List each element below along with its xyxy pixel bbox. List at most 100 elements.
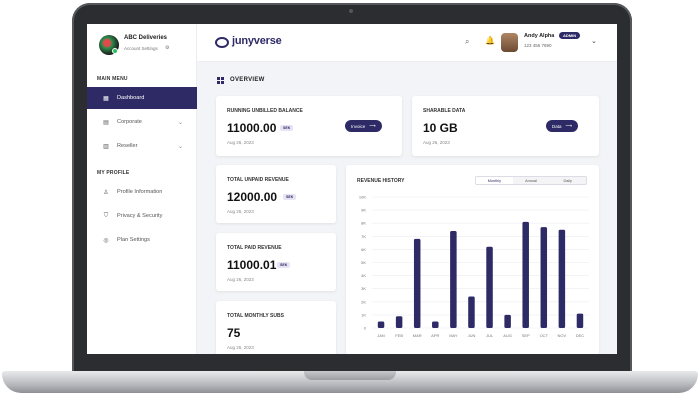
card-paid-revenue: TOTAL PAID REVENUE 11000.01 SEK Aug 26, … <box>216 233 336 291</box>
gear-icon[interactable]: ⚙ <box>165 45 169 51</box>
top-header: junyverse ⌕ 🔔 Andy Alpha ADMIN 123 456 7… <box>197 24 617 62</box>
tab-daily[interactable]: Daily <box>549 177 586 184</box>
currency-badge: SEK <box>280 125 294 131</box>
y-tick-label: 9K <box>361 208 366 213</box>
button-label: Invoice <box>351 123 366 129</box>
store-icon: ▥ <box>103 143 109 150</box>
arrow-right-icon: ⟶ <box>565 123 572 128</box>
card-value: 75 <box>227 326 241 340</box>
bar-dec[interactable] <box>576 313 584 328</box>
y-tick-label: 3K <box>361 286 366 291</box>
x-tick-label: DEC <box>576 333 585 338</box>
user-avatar[interactable] <box>501 33 518 52</box>
tab-annual[interactable]: Annual <box>513 177 550 184</box>
sidebar-item-label: Corporate <box>117 119 142 125</box>
card-date: Aug 26, 2023 <box>423 140 450 145</box>
y-tick-label: 8K <box>361 221 366 226</box>
user-name: Andy Alpha <box>524 33 555 39</box>
period-toggle: Monthly Annual Daily <box>475 176 587 185</box>
card-date: Aug 26, 2023 <box>227 209 254 214</box>
bar-jun[interactable] <box>468 296 475 328</box>
user-phone: 123 456 7890 <box>524 43 552 48</box>
card-unpaid-revenue: TOTAL UNPAID REVENUE 12000.00 SEK Aug 26… <box>216 165 336 223</box>
currency-badge: SEK <box>277 262 291 268</box>
main-menu-label: MAIN MENU <box>97 76 128 82</box>
shield-icon: ⛉ <box>103 212 109 219</box>
account-switcher[interactable]: ABC Deliveries Account Settings ⚙ <box>99 34 189 56</box>
arrow-right-icon: ⟶ <box>369 123 376 128</box>
sidebar-item-corporate[interactable]: ▤ Corporate ⌄ <box>87 111 197 133</box>
dashboard-icon: ▦ <box>103 95 109 102</box>
bar-jul[interactable] <box>486 246 493 328</box>
y-tick-label: 7K <box>361 234 366 239</box>
y-tick-label: 1K <box>361 312 366 317</box>
card-monthly-subs: TOTAL MONTHLY SUBS 75 Aug 26, 2023 <box>216 301 336 354</box>
my-profile-label: MY PROFILE <box>97 170 130 176</box>
x-tick-label: NOV <box>558 333 567 338</box>
x-tick-label: MAY <box>449 333 458 338</box>
sidebar-item-label: Plan Settings <box>117 237 150 243</box>
bar-aug[interactable] <box>504 314 511 328</box>
y-tick-label: 5K <box>361 260 366 265</box>
y-tick-label: 2K <box>361 299 366 304</box>
x-tick-label: JUL <box>486 333 494 338</box>
bar-apr[interactable] <box>432 321 439 328</box>
sidebar-item-label: Privacy & Security <box>117 213 163 219</box>
search-icon[interactable]: ⌕ <box>465 37 469 47</box>
tab-monthly[interactable]: Monthly <box>476 177 513 184</box>
chevron-down-icon: ⌄ <box>177 143 183 150</box>
sidebar-item-dashboard[interactable]: ▦ Dashboard <box>87 87 197 109</box>
bar-may[interactable] <box>450 231 457 328</box>
account-name: ABC Deliveries <box>124 35 168 41</box>
x-tick-label: MAR <box>413 333 422 338</box>
sidebar-item-label: Dashboard <box>117 95 145 101</box>
card-label: TOTAL PAID REVENUE <box>227 245 282 251</box>
bar-feb[interactable] <box>395 316 403 328</box>
currency-badge: SEK <box>283 194 297 200</box>
data-button[interactable]: Data ⟶ <box>546 120 578 132</box>
card-value: 11000.01 <box>227 258 277 272</box>
y-tick-label: 4K <box>361 273 366 278</box>
sidebar-item-privacy-security[interactable]: ⛉ Privacy & Security <box>87 205 197 227</box>
sidebar-item-label: Reseller <box>117 143 138 149</box>
revenue-bar-chart: 0 1K 2K 3K 4K 5K 6K 7K 8K 9K 10K JAN FEB MAR APR MAY JUN… <box>359 195 589 338</box>
card-value: 11000.00 <box>227 121 277 135</box>
y-tick-label: 10K <box>359 195 366 200</box>
bar-mar[interactable] <box>413 238 421 328</box>
role-badge: ADMIN <box>559 32 581 39</box>
globe-icon: ◎ <box>103 237 109 244</box>
bar-sep[interactable] <box>522 221 529 328</box>
card-value: 12000.00 <box>227 190 278 204</box>
x-tick-label: AUG <box>503 333 512 338</box>
card-label: TOTAL MONTHLY SUBS <box>227 313 284 319</box>
sidebar-item-reseller[interactable]: ▥ Reseller ⌄ <box>87 135 197 157</box>
invoice-button[interactable]: Invoice ⟶ <box>345 120 382 132</box>
chart-title: REVENUE HISTORY <box>357 178 405 184</box>
camera-icon <box>349 9 353 13</box>
sidebar-item-plan-settings[interactable]: ◎ Plan Settings <box>87 229 197 251</box>
account-settings-link[interactable]: Account Settings <box>124 46 158 51</box>
bar-jan[interactable] <box>377 321 385 328</box>
button-label: Data <box>552 123 562 129</box>
brand-logo-icon <box>215 37 229 48</box>
chevron-down-icon[interactable]: ⌄ <box>591 37 597 45</box>
card-unbilled-balance: RUNNING UNBILLED BALANCE 11000.00 SEK Au… <box>216 96 402 156</box>
card-label: SHARABLE DATA <box>423 108 466 114</box>
x-tick-label: OCT <box>540 333 549 338</box>
y-tick-label: 6K <box>361 247 366 252</box>
brand-name[interactable]: junyverse <box>232 35 282 47</box>
app-screen: ABC Deliveries Account Settings ⚙ MAIN M… <box>87 24 617 354</box>
sidebar: ABC Deliveries Account Settings ⚙ MAIN M… <box>87 24 197 354</box>
card-date: Aug 26, 2023 <box>227 277 254 282</box>
online-status-icon <box>112 48 118 54</box>
bell-icon[interactable]: 🔔 <box>485 36 495 45</box>
card-date: Aug 26, 2023 <box>227 140 254 145</box>
building-icon: ▤ <box>103 119 109 126</box>
laptop-notch <box>304 371 396 380</box>
chevron-down-icon: ⌄ <box>177 119 183 126</box>
bar-oct[interactable] <box>540 227 548 328</box>
bar-nov[interactable] <box>558 229 566 328</box>
sidebar-item-profile-information[interactable]: ♙ Profile Information <box>87 181 197 203</box>
grid-icon <box>217 77 224 84</box>
x-tick-label: SEP <box>522 333 530 338</box>
